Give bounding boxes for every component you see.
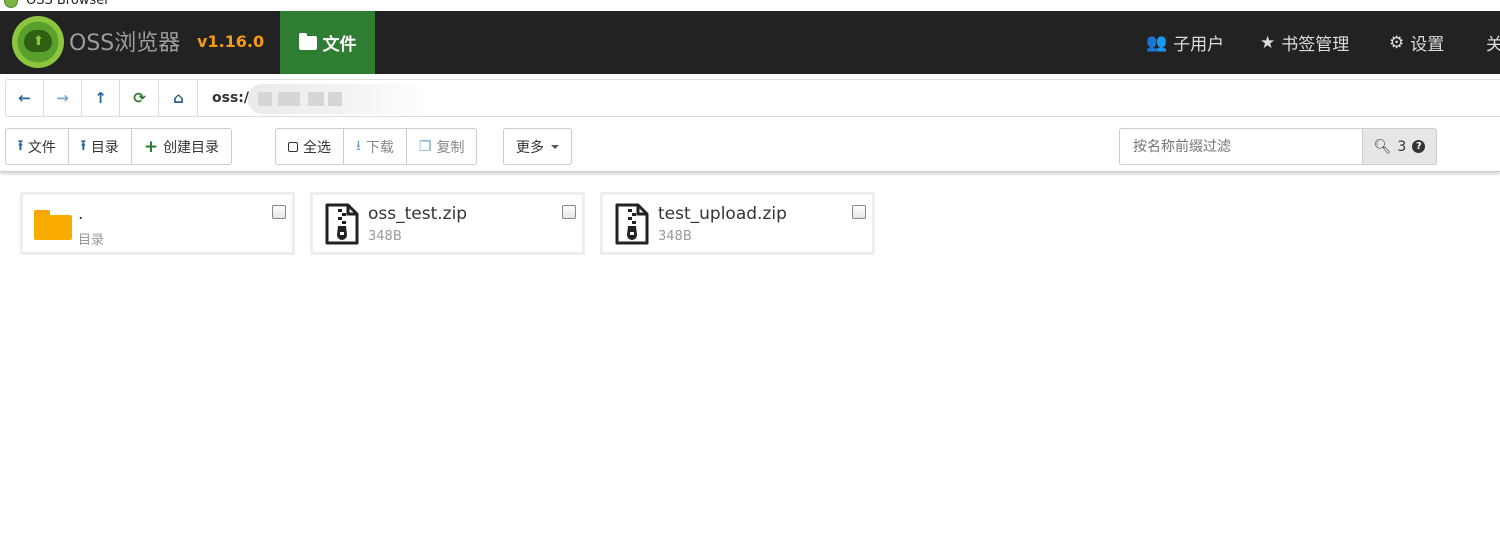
upload-icon: ⭱ bbox=[18, 137, 23, 154]
search-button[interactable]: 🔍︎ 3 ? bbox=[1362, 128, 1437, 165]
nav-subusers[interactable]: 👥 子用户 bbox=[1146, 11, 1224, 74]
address-prefix: oss:/ bbox=[212, 90, 249, 106]
refresh-button[interactable]: ⟳ bbox=[121, 80, 159, 116]
download-label: 下载 bbox=[365, 139, 394, 156]
logo-icon: ⬆ bbox=[12, 16, 64, 68]
search-count: 3 bbox=[1397, 138, 1407, 155]
selection-button-group: 全选 ⭳ 下载 ❐ 复制 bbox=[275, 128, 478, 165]
upload-file-label: 文件 bbox=[27, 139, 56, 156]
upload-dir-label: 目录 bbox=[90, 139, 119, 156]
file-size: 348B bbox=[368, 229, 402, 244]
tab-files-label: 文件 bbox=[322, 35, 357, 55]
redacted-path-mask bbox=[248, 84, 428, 114]
upload-button-group: ⭱ 文件 ⭱ 目录 + 创建目录 bbox=[5, 128, 233, 165]
download-icon: ⭳ bbox=[356, 137, 361, 154]
more-dropdown-button[interactable]: 更多 bbox=[504, 129, 571, 164]
create-dir-button[interactable]: + 创建目录 bbox=[132, 129, 231, 164]
copy-icon: ❐ bbox=[418, 138, 432, 155]
users-icon: 👥 bbox=[1146, 32, 1168, 53]
home-button[interactable]: ⌂ bbox=[160, 80, 198, 116]
plus-icon: + bbox=[143, 136, 159, 157]
star-icon: ★ bbox=[1260, 32, 1276, 53]
brand-title: OSS浏览器 bbox=[69, 31, 181, 56]
copy-button[interactable]: ❐ 复制 bbox=[407, 129, 477, 164]
nav-about[interactable]: 关 bbox=[1486, 11, 1500, 74]
nav-bookmarks[interactable]: ★ 书签管理 bbox=[1260, 11, 1349, 74]
address-bar: ← → ↑ ⟳ ⌂ oss:/ bbox=[5, 79, 1500, 117]
top-navbar: ⬆ OSS浏览器 v1.16.0 文件 👥 子用户 ★ 书签管理 ⚙ 设置 关 bbox=[0, 11, 1500, 74]
back-button[interactable]: ← bbox=[6, 80, 44, 116]
home-icon: ⌂ bbox=[173, 89, 184, 107]
filter-input[interactable] bbox=[1119, 128, 1363, 165]
file-card-oss-test[interactable]: oss_test.zip 348B bbox=[310, 192, 585, 255]
app-icon bbox=[4, 0, 18, 8]
gear-icon: ⚙ bbox=[1389, 32, 1405, 53]
nav-settings-label: 设置 bbox=[1410, 35, 1445, 55]
file-name: test_upload.zip bbox=[658, 204, 787, 224]
nav-subusers-label: 子用户 bbox=[1173, 35, 1225, 55]
tab-files[interactable]: 文件 bbox=[280, 11, 375, 74]
action-toolbar: ⭱ 文件 ⭱ 目录 + 创建目录 全选 ⭳ 下载 ❐ 复制 更多 按名称前缀过滤… bbox=[0, 124, 1500, 172]
caret-down-icon bbox=[551, 144, 559, 149]
checkbox-icon bbox=[288, 141, 298, 152]
nav-bookmarks-label: 书签管理 bbox=[1281, 35, 1350, 55]
file-name: . bbox=[78, 204, 84, 224]
download-button[interactable]: ⭳ 下载 bbox=[344, 129, 407, 164]
file-card-folder[interactable]: . 目录 bbox=[20, 192, 295, 255]
zip-file-icon bbox=[614, 203, 650, 249]
search-icon: 🔍︎ bbox=[1373, 138, 1392, 155]
file-checkbox[interactable] bbox=[852, 205, 866, 219]
upload-icon: ⭱ bbox=[80, 137, 86, 154]
arrow-right-icon: → bbox=[56, 89, 69, 107]
upload-dir-button[interactable]: ⭱ 目录 bbox=[69, 129, 132, 164]
help-icon[interactable]: ? bbox=[1412, 140, 1426, 153]
zip-file-icon bbox=[324, 203, 360, 249]
nav-settings[interactable]: ⚙ 设置 bbox=[1389, 11, 1444, 74]
window-title: OSS Browser bbox=[26, 0, 110, 8]
copy-label: 复制 bbox=[436, 139, 465, 156]
more-button-group: 更多 bbox=[503, 128, 572, 165]
up-button[interactable]: ↑ bbox=[82, 80, 120, 116]
select-all-button[interactable]: 全选 bbox=[276, 129, 344, 164]
folder-icon bbox=[34, 203, 72, 240]
refresh-icon: ⟳ bbox=[133, 89, 146, 107]
more-label: 更多 bbox=[516, 139, 544, 156]
create-dir-label: 创建目录 bbox=[163, 139, 220, 156]
arrow-left-icon: ← bbox=[18, 89, 31, 107]
file-size: 348B bbox=[658, 229, 692, 244]
arrow-up-icon: ↑ bbox=[94, 89, 107, 107]
file-checkbox[interactable] bbox=[272, 205, 286, 219]
select-all-label: 全选 bbox=[303, 139, 331, 156]
file-card-test-upload[interactable]: test_upload.zip 348B bbox=[600, 192, 875, 255]
nav-about-label: 关 bbox=[1486, 35, 1500, 55]
file-name: oss_test.zip bbox=[368, 204, 468, 224]
file-checkbox[interactable] bbox=[562, 205, 576, 219]
upload-file-button[interactable]: ⭱ 文件 bbox=[6, 129, 69, 164]
folder-open-icon bbox=[298, 32, 317, 50]
os-title-bar: OSS Browser bbox=[0, 0, 1500, 11]
forward-button[interactable]: → bbox=[44, 80, 82, 116]
version-label: v1.16.0 bbox=[197, 32, 265, 51]
file-meta: 目录 bbox=[78, 233, 105, 248]
